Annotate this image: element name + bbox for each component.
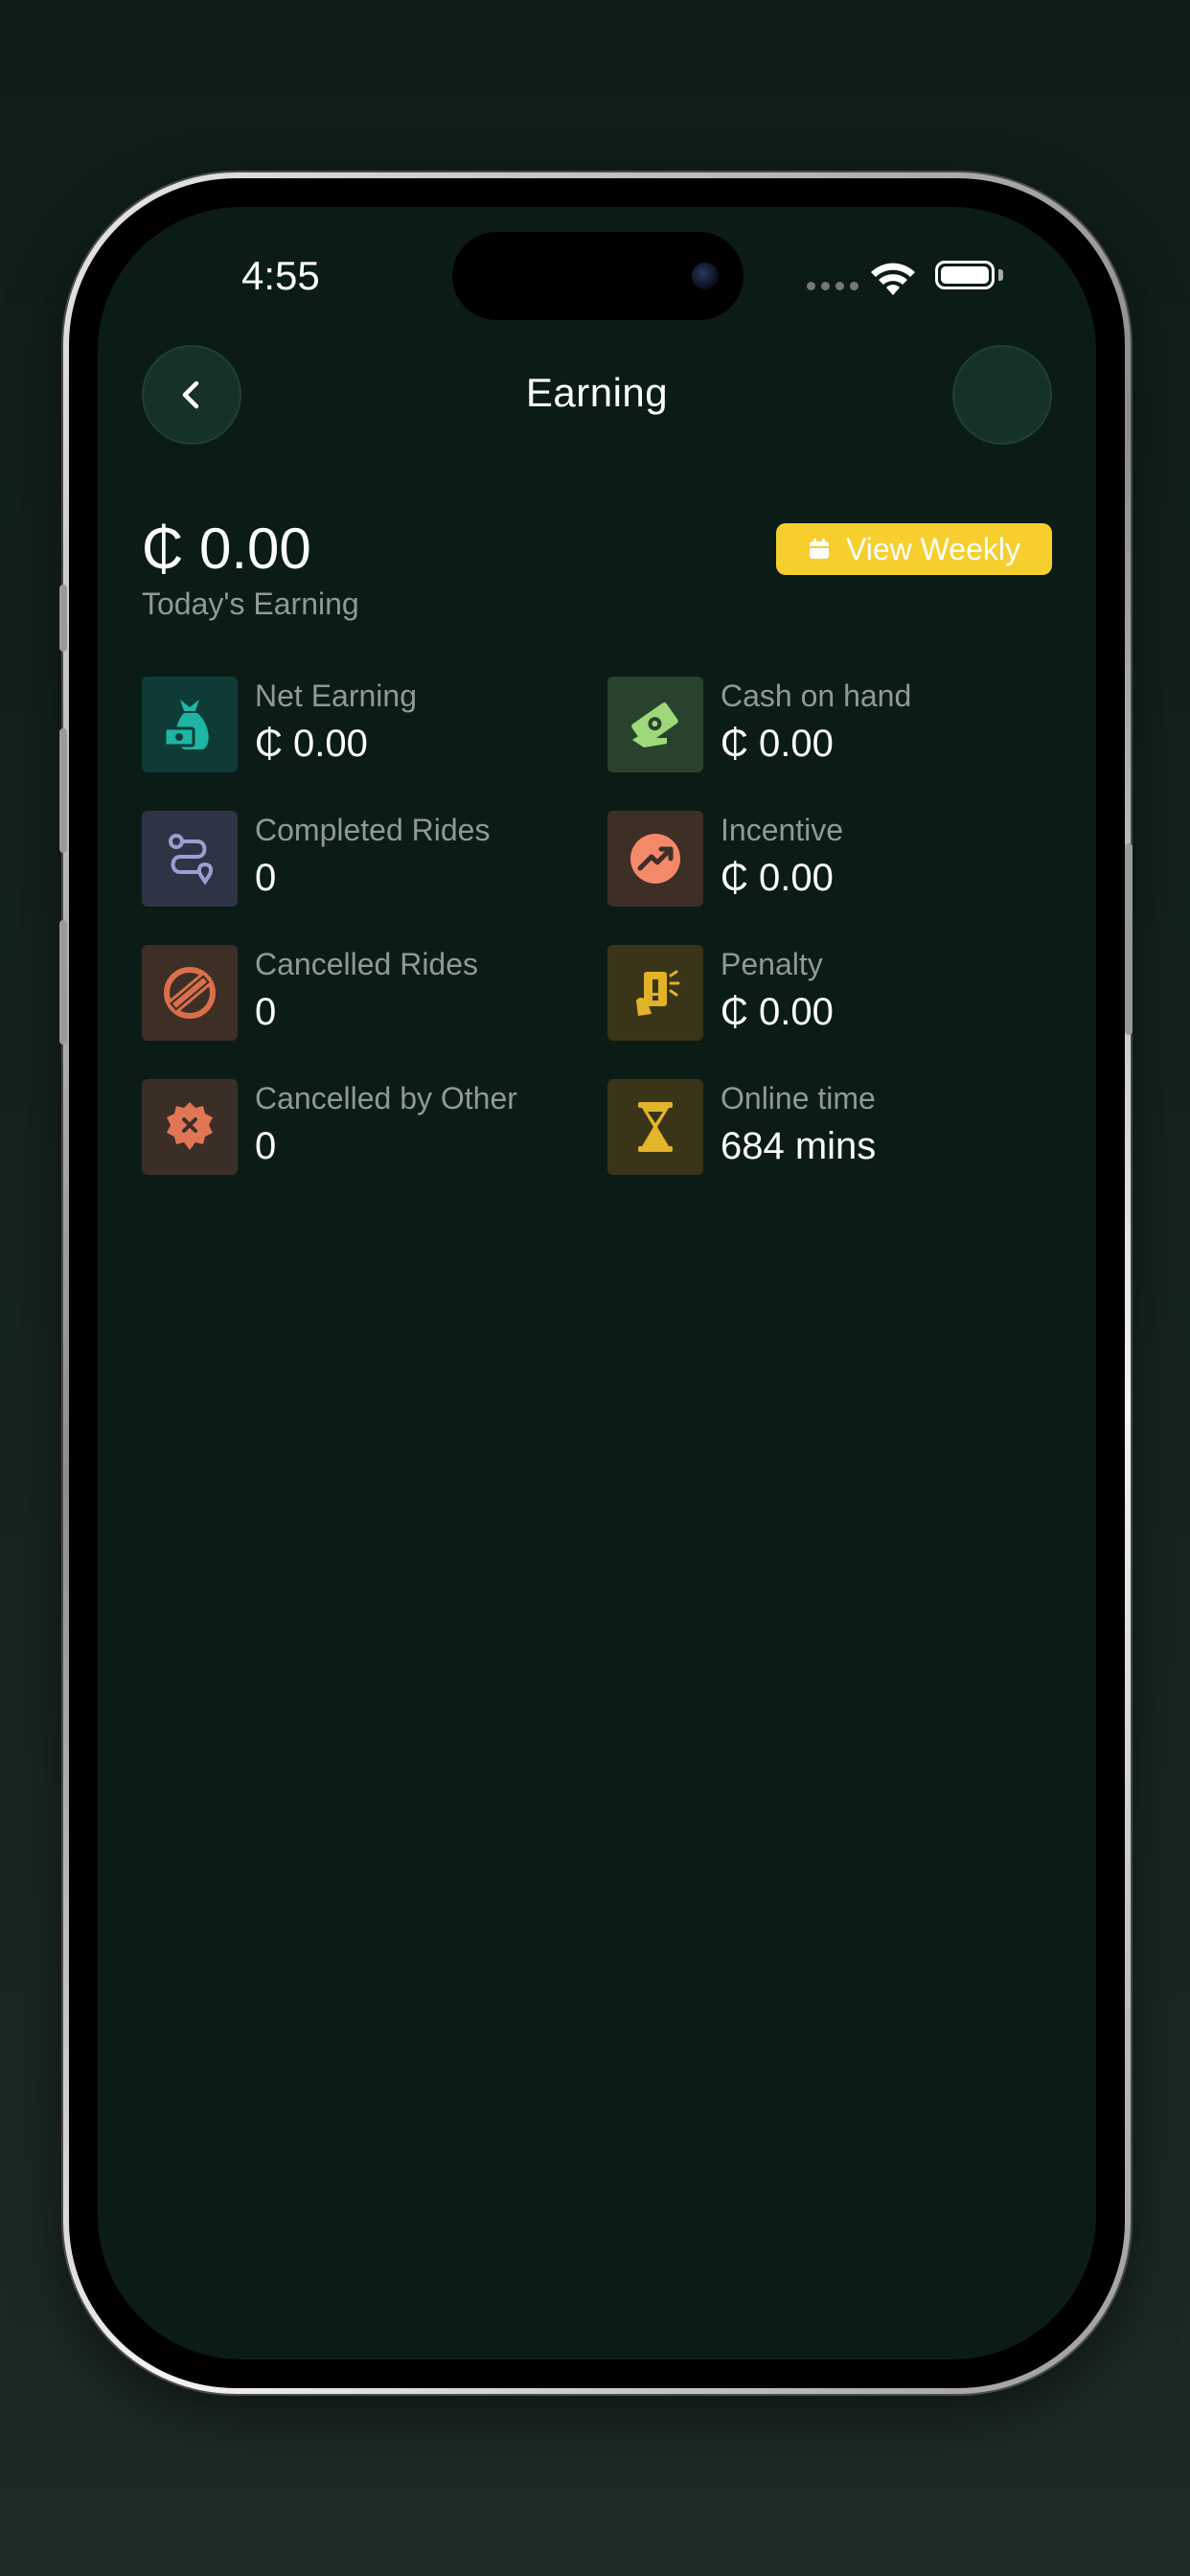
page-title: Earning [525, 370, 669, 415]
today-earning-amount: ₵ 0.00 [142, 517, 311, 581]
side-button-volume-down [59, 920, 67, 1045]
status-time: 4:55 [241, 253, 320, 298]
stat-online-time: Online time 684 mins [607, 1079, 1058, 1175]
stat-label: Online time [721, 1081, 876, 1116]
route-icon [142, 811, 238, 907]
side-button-volume-up [59, 728, 67, 853]
battery-cap [998, 269, 1003, 281]
money-bag-icon [142, 677, 238, 772]
cellular-signal-icon [807, 282, 858, 290]
calendar-icon [810, 539, 829, 559]
app-screen: 4:55 Earning ₵ 0.00 Today's Earning View… [98, 207, 1096, 2359]
wifi-icon [871, 263, 915, 295]
cash-hand-icon [607, 677, 703, 772]
trend-up-icon [607, 811, 703, 907]
stat-net-earning: Net Earning ₵ 0.00 [142, 677, 592, 772]
stat-value: ₵ 0.00 [721, 723, 834, 765]
stat-label: Completed Rides [255, 813, 491, 847]
side-button-silent [59, 585, 67, 652]
stat-value: ₵ 0.00 [721, 857, 834, 899]
stat-cash-on-hand: Cash on hand ₵ 0.00 [607, 677, 1058, 772]
stat-value: ₵ 0.00 [255, 723, 368, 765]
stat-label: Cancelled Rides [255, 947, 479, 981]
stat-incentive: Incentive ₵ 0.00 [607, 811, 1058, 907]
header-action-button[interactable] [952, 345, 1052, 445]
stat-value: 0 [255, 1125, 277, 1167]
view-weekly-label: View Weekly [846, 531, 1020, 566]
stat-penalty: Penalty ₵ 0.00 [607, 945, 1058, 1041]
stat-value: 684 mins [721, 1125, 877, 1167]
stat-completed-rides: Completed Rides 0 [142, 811, 592, 907]
dynamic-island [452, 232, 744, 320]
front-camera-icon [692, 263, 719, 289]
stat-value: 0 [255, 991, 277, 1033]
battery-icon [935, 261, 995, 289]
stat-label: Penalty [721, 947, 823, 981]
stat-cancelled-rides: Cancelled Rides 0 [142, 945, 592, 1041]
top-nav: Earning [98, 345, 1096, 445]
today-earning-label: Today's Earning [142, 586, 359, 621]
stat-label: Incentive [721, 813, 844, 847]
hourglass-icon [607, 1079, 703, 1175]
status-bar: 4:55 [98, 207, 1096, 351]
cancelled-stamp-icon [142, 945, 238, 1041]
cancel-badge-icon [142, 1079, 238, 1175]
stat-cancelled-by-other: Cancelled by Other 0 [142, 1079, 592, 1175]
stat-label: Net Earning [255, 678, 417, 713]
penalty-card-icon [607, 945, 703, 1041]
view-weekly-button[interactable]: View Weekly [776, 523, 1052, 575]
stat-value: ₵ 0.00 [721, 991, 834, 1033]
stat-label: Cash on hand [721, 678, 912, 713]
stat-value: 0 [255, 857, 277, 899]
side-button-power [1125, 843, 1133, 1035]
stat-label: Cancelled by Other [255, 1081, 517, 1116]
